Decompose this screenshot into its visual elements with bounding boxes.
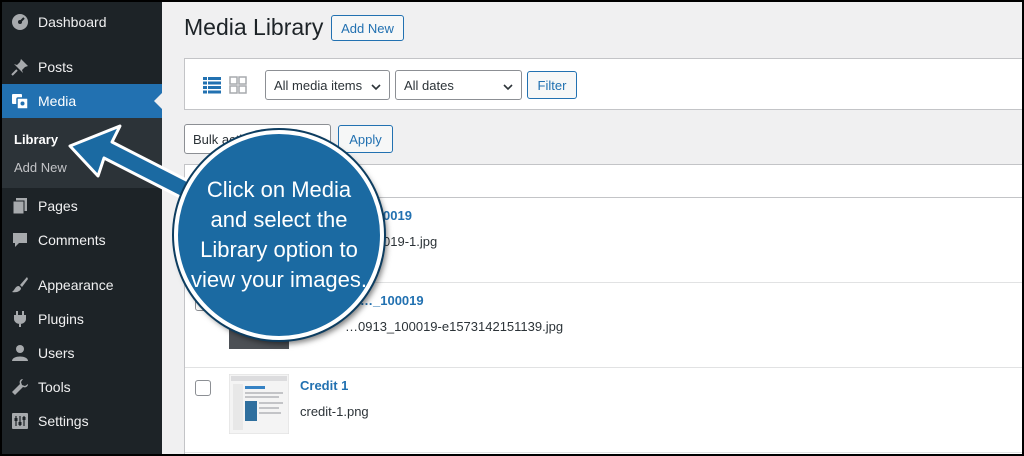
wrench-icon [2,378,38,396]
callout-text: Click on Media and select the Library op… [190,177,368,292]
media-filename: credit-1.png [300,404,369,419]
sidebar-item-tools[interactable]: Tools [2,370,162,404]
date-value: All dates [404,77,454,93]
sidebar-item-label: Settings [38,413,89,429]
table-row: Credit 1 credit-1.png [185,368,1022,453]
plug-icon [2,310,38,328]
sidebar-item-plugins[interactable]: Plugins [2,302,162,336]
instruction-callout: Click on Media and select the Library op… [174,130,384,340]
chevron-down-icon [503,80,513,95]
date-select[interactable]: All dates [395,70,522,100]
media-filename: …0913_100019-e1573142151139.jpg [345,319,564,334]
screen-frame: Dashboard Posts Media Library Add New Pa… [0,0,1024,456]
media-title-link[interactable]: Credit 1 [300,378,348,393]
filter-button[interactable]: Filter [527,71,577,99]
settings-icon [2,412,38,430]
sidebar-item-users[interactable]: Users [2,336,162,370]
row-checkbox[interactable] [195,380,211,396]
sidebar-item-label: Plugins [38,311,84,327]
user-icon [2,344,38,362]
sidebar-item-label: Users [38,345,75,361]
sidebar-item-settings[interactable]: Settings [2,404,162,438]
media-thumbnail[interactable] [229,374,289,434]
sidebar-item-label: Tools [38,379,71,395]
